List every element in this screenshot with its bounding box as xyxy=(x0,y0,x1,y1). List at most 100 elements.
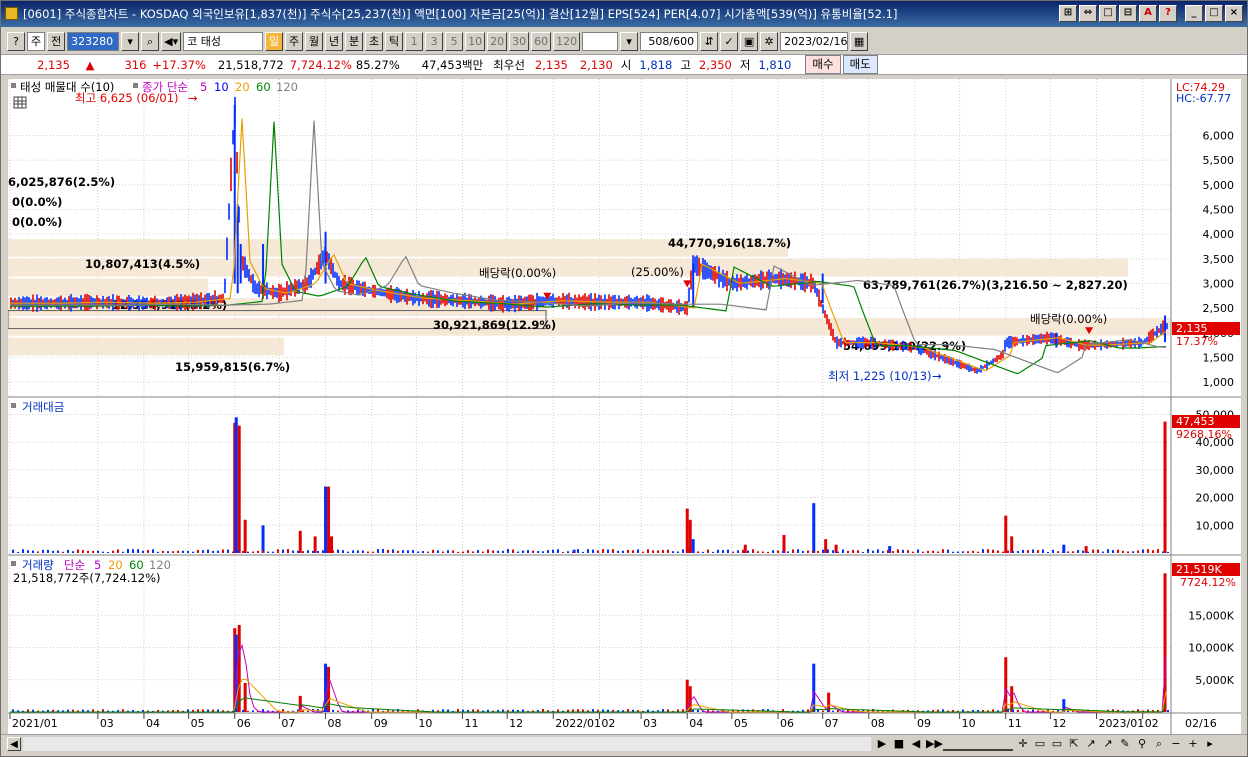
x-tick-label: 03 xyxy=(100,717,114,730)
save-icon[interactable]: ▣ xyxy=(740,31,759,51)
amount-bar-small xyxy=(627,549,629,553)
amount-bar-small xyxy=(1067,551,1069,553)
window-icon[interactable]: □ xyxy=(1099,5,1117,22)
interval-5[interactable]: 5 xyxy=(445,31,464,51)
amount-bar-small xyxy=(417,551,419,553)
scroll-right-icon[interactable]: ▸ xyxy=(1203,736,1217,751)
amount-bar-small xyxy=(442,551,444,553)
amount-bar-small xyxy=(682,549,684,553)
amount-legend[interactable]: 거래대금 xyxy=(11,400,64,414)
amount-bar-small xyxy=(227,549,229,553)
layout-icon[interactable]: ▭ xyxy=(1033,736,1047,751)
count-field[interactable]: 508/600 xyxy=(640,31,699,51)
period-year[interactable]: 년 xyxy=(325,31,344,51)
interval-60[interactable]: 60 xyxy=(531,31,552,51)
volume-legend[interactable]: 거래량 단순 5 20 60 120 21,518,772주(7,724.12%… xyxy=(11,558,171,585)
period-second[interactable]: 초 xyxy=(365,31,384,51)
stop-icon[interactable]: ■ xyxy=(892,736,906,751)
rewind-icon[interactable]: ◀ xyxy=(909,736,923,751)
search-icon[interactable]: ⌕ xyxy=(141,31,160,51)
question-icon[interactable]: ? xyxy=(7,31,25,51)
volume-legend-name: 거래량 xyxy=(22,558,54,572)
period-week[interactable]: 주 xyxy=(285,31,304,51)
amount-bar-small xyxy=(127,549,129,553)
sync-icon[interactable]: ⇔ xyxy=(1079,5,1097,22)
trend-2-icon[interactable]: ↗ xyxy=(1101,736,1115,751)
zoom-icon[interactable]: ⌕ xyxy=(1152,736,1166,751)
period-tick[interactable]: 틱 xyxy=(385,31,404,51)
interval-20[interactable]: 20 xyxy=(487,31,508,51)
amount-bar-small xyxy=(1127,551,1129,553)
split-icon[interactable]: ⊟ xyxy=(1119,5,1137,22)
settings-icon[interactable]: ✲ xyxy=(760,31,779,51)
minus-icon[interactable]: − xyxy=(1169,736,1183,751)
interval-input[interactable] xyxy=(582,31,619,51)
period-day[interactable]: 일 xyxy=(265,31,284,51)
compare-icon[interactable]: ⇵ xyxy=(700,31,719,51)
amount-bar-small xyxy=(182,550,184,553)
amount-bar-small xyxy=(422,551,424,553)
chart-svg[interactable]: 6,025,876(2.5%) 0(0.0%) 0(0.0%) 44,770,916(… xyxy=(7,79,1241,734)
x-tick-label: 07 xyxy=(281,717,295,730)
link-icon[interactable]: ⊞ xyxy=(1059,5,1077,22)
amount-bar-small xyxy=(602,549,604,553)
volume-bar-small xyxy=(822,710,824,712)
amount-bar-small xyxy=(257,550,259,553)
amount-bar-small xyxy=(1027,550,1029,553)
stock-name-field[interactable]: 코 태성 xyxy=(183,31,264,51)
stock-code-input[interactable]: 323280 xyxy=(67,31,120,51)
pen-icon[interactable]: ✎ xyxy=(1118,736,1132,751)
chart-icon[interactable]: ✓ xyxy=(720,31,739,51)
amount-bar-small xyxy=(312,550,314,553)
amount-bar-small xyxy=(97,550,99,553)
grid-toggle-icon[interactable] xyxy=(13,96,27,109)
interval-1[interactable]: 1 xyxy=(405,31,424,51)
volume-bar-small xyxy=(237,709,239,712)
help-icon[interactable]: ? xyxy=(1159,5,1177,22)
amount-bar-small xyxy=(37,551,39,553)
minimize-button[interactable]: _ xyxy=(1185,5,1203,22)
trend-icon[interactable]: ↗ xyxy=(1084,736,1098,751)
period-minute[interactable]: 분 xyxy=(345,31,364,51)
dropdown-icon[interactable]: ▾ xyxy=(121,31,140,51)
plus-icon[interactable]: + xyxy=(1186,736,1200,751)
sell-button[interactable]: 매도 xyxy=(842,55,878,74)
maximize-button[interactable]: □ xyxy=(1205,5,1223,22)
interval-3[interactable]: 3 xyxy=(425,31,444,51)
scroll-track[interactable] xyxy=(23,737,871,751)
zoom-slider[interactable] xyxy=(943,736,1013,751)
calendar-icon[interactable]: ▦ xyxy=(850,31,869,51)
interval-dropdown-icon[interactable]: ▾ xyxy=(620,31,639,51)
crosshair-icon[interactable]: ✛ xyxy=(1016,736,1030,751)
amount-bar-small xyxy=(447,550,449,553)
mouse-icon[interactable]: ⚲ xyxy=(1135,736,1149,751)
volume-ratio: 85.27% xyxy=(355,57,400,72)
layout-2-icon[interactable]: ▭ xyxy=(1050,736,1064,751)
interval-120[interactable]: 120 xyxy=(553,31,581,51)
quote-row: 2,135 ▲ 316 +17.37% 21,518,772 7,724.12%… xyxy=(1,54,1247,75)
chart-area[interactable]: 6,025,876(2.5%) 0(0.0%) 0(0.0%) 44,770,916(… xyxy=(7,79,1241,734)
speaker-icon[interactable]: ◀▾ xyxy=(161,31,182,51)
pointer-icon[interactable]: ⇱ xyxy=(1067,736,1081,751)
amount-bar-small xyxy=(517,551,519,553)
market-select[interactable]: 주 xyxy=(27,31,46,51)
interval-10[interactable]: 10 xyxy=(465,31,486,51)
amount-bar-small xyxy=(332,550,334,553)
x-axis-last-date: 02/16 xyxy=(1185,717,1217,730)
buy-button[interactable]: 매수 xyxy=(805,55,841,74)
amount-bar-small xyxy=(462,551,464,553)
date-field[interactable]: 2023/02/16 xyxy=(780,31,849,51)
scroll-left-icon[interactable]: ◀ xyxy=(7,737,21,751)
amount-bar-small xyxy=(532,550,534,553)
interval-30[interactable]: 30 xyxy=(509,31,530,51)
amount-bar-small xyxy=(667,549,669,553)
x-tick-label: 06 xyxy=(780,717,794,730)
amount-bar-small xyxy=(822,549,824,553)
play-icon[interactable]: ▶ xyxy=(875,736,889,751)
period-month[interactable]: 월 xyxy=(305,31,324,51)
close-button[interactable]: × xyxy=(1225,5,1243,22)
font-icon[interactable]: A xyxy=(1139,5,1157,22)
prev-button[interactable]: 전 xyxy=(47,31,66,51)
title-bar[interactable]: [0601] 주식종합차트 - KOSDAQ 외국인보유[1,837(천)] 주… xyxy=(1,1,1247,27)
fast-forward-icon[interactable]: ▶▶ xyxy=(926,736,943,751)
